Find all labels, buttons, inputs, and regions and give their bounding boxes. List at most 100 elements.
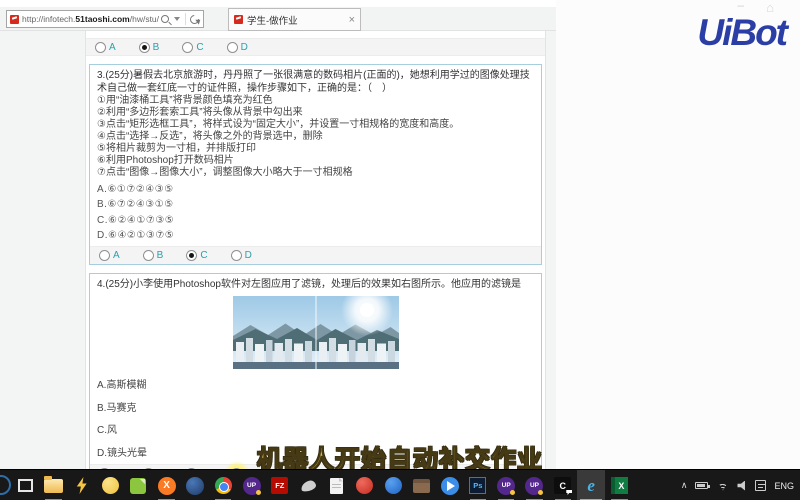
radio-option-c[interactable]: C [182,42,203,53]
battery-icon[interactable] [695,482,708,489]
volume-icon[interactable] [737,481,747,491]
filezilla-button[interactable]: FZ [266,470,294,500]
question3-choice-b: B.⑥⑦②④③①⑤ [97,199,534,210]
internet-explorer-button[interactable]: e [577,470,605,500]
filter-before-after-image [233,296,399,369]
divider [185,13,186,25]
uibot-up-button-1[interactable]: UP [492,470,520,500]
question3-choice-a: A.⑥①⑦②④③⑤ [97,184,534,195]
screen: http://infotech.51taoshi.com/hw/stu/doHo… [0,0,800,500]
radio-icon-selected[interactable] [139,42,150,53]
radio-icon[interactable] [99,250,110,261]
question3-choice-d: D.⑥④②①③⑦⑤ [97,230,534,241]
radio-option-b[interactable]: B [143,250,164,261]
url-domain: 51taoshi.com [75,14,129,24]
folder-icon [44,479,63,493]
notepad-app-button[interactable] [124,470,152,500]
yellow-circle-icon [102,477,119,494]
radio-icon[interactable] [143,250,154,261]
question3-step: ⑥利用Photoshop打开数码相片 [97,155,534,167]
bird-icon [300,479,317,492]
cortana-ring-icon[interactable] [0,475,11,495]
radio-option-a[interactable]: A [95,42,116,53]
task-view-button[interactable] [11,470,39,500]
globe-icon [186,477,204,495]
radio-icon[interactable] [95,42,106,53]
drive-app-button[interactable] [435,470,463,500]
red-app-button[interactable] [351,470,379,500]
photoshop-icon: Ps [469,477,486,494]
archive-app-button[interactable] [407,470,435,500]
tab-title: 学生-做作业 [247,13,345,27]
wifi-icon[interactable] [716,481,729,491]
file-explorer-button[interactable] [39,470,67,500]
photoshop-button[interactable]: Ps [464,470,492,500]
tab-favicon [234,15,243,24]
radio-label: A [109,42,116,53]
radio-label: C [196,42,203,53]
blue-app-button[interactable] [379,470,407,500]
emule-button[interactable] [181,470,209,500]
browser-tab[interactable]: 学生-做作业 × [228,8,361,31]
question4-choice-c: C.风 [97,421,534,436]
blue-arrow-icon [441,477,459,495]
question3-step: ④点击“选择→反选”，将头像之外的背景选中，删除 [97,131,534,143]
uibot-logo: UiBot [697,12,786,54]
radio-option-b[interactable]: B [139,42,160,53]
quiz-page: A B C D 3.(25分)暑假去北京旅游时，丹丹照了一张很满意的数码相片(正… [85,31,546,469]
radio-option-c[interactable]: C [186,250,207,261]
question3-choice-c: C.⑥②④①⑦③⑤ [97,215,534,226]
up-app-button[interactable]: UP [237,470,265,500]
refresh-icon[interactable] [188,13,201,26]
faint-dash: – [737,0,744,12]
excel-button[interactable]: X [605,470,633,500]
yellow-app-button[interactable] [96,470,124,500]
radio-icon[interactable] [231,250,242,261]
red-circle-icon [356,477,373,494]
document-icon [330,478,343,494]
radio-option-d[interactable]: D [227,42,248,53]
tab-close-icon[interactable]: × [349,14,355,26]
system-tray: ∧ ENG [681,470,794,500]
c-chat-icon: C [554,477,571,494]
up-badge-icon: UP [525,477,543,495]
question3-step: ⑤将相片裁剪为一寸相，并排版打印 [97,143,534,155]
xampp-icon: X [158,477,176,495]
question3-heading: 3.(25分)暑假去北京旅游时，丹丹照了一张很满意的数码相片(正面的)，她想利用… [97,70,534,95]
taskbar-icons: X UP FZ Ps UP UP C e X [11,470,634,500]
gray-app-button[interactable] [294,470,322,500]
radio-icon[interactable] [182,42,193,53]
tray-chevron-icon[interactable]: ∧ [681,480,688,491]
box-icon [413,479,430,493]
uibot-up-button-2[interactable]: UP [520,470,548,500]
xampp-button[interactable]: X [152,470,180,500]
question3-step: ②利用“多边形套索工具”将头像从背景中勾出来 [97,107,534,119]
radio-option-d[interactable]: D [231,250,252,261]
radio-icon[interactable] [227,42,238,53]
language-indicator[interactable]: ENG [774,481,794,491]
question2-answer-row: A B C D [86,38,545,56]
lightning-icon [75,477,89,494]
radio-option-a[interactable]: A [99,250,120,261]
question3-step: ③点击“矩形选框工具”，将样式设为“固定大小”，并设置一寸相规格的宽度和高度。 [97,119,534,131]
radio-icon-selected[interactable] [186,250,197,261]
up-badge-icon: UP [243,477,261,495]
c-app-button[interactable]: C [549,470,577,500]
notification-panel-icon[interactable] [755,480,766,491]
url-prefix: http://infotech. [22,14,75,24]
search-icon[interactable] [161,15,169,23]
chevron-down-icon[interactable] [174,17,180,21]
internet-explorer-icon: e [587,477,595,494]
video-overlay-panel: – ⌂ UiBot [556,0,800,469]
url-text: http://infotech.51taoshi.com/hw/stu/doHo… [22,14,159,24]
excel-icon: X [611,477,628,494]
question3-box: 3.(25分)暑假去北京旅游时，丹丹照了一张很满意的数码相片(正面的)，她想利用… [89,64,542,265]
question3-step: ⑦点击“图像→图像大小”，调整图像大小略大于一寸相规格 [97,167,534,179]
address-bar[interactable]: http://infotech.51taoshi.com/hw/stu/doHo… [6,10,204,28]
thunder-app-button[interactable] [68,470,96,500]
chrome-button[interactable] [209,470,237,500]
radio-label: D [241,42,248,53]
radio-label: B [153,42,160,53]
taskbar: X UP FZ Ps UP UP C e X ∧ ENG [0,469,800,500]
document-app-button[interactable] [322,470,350,500]
